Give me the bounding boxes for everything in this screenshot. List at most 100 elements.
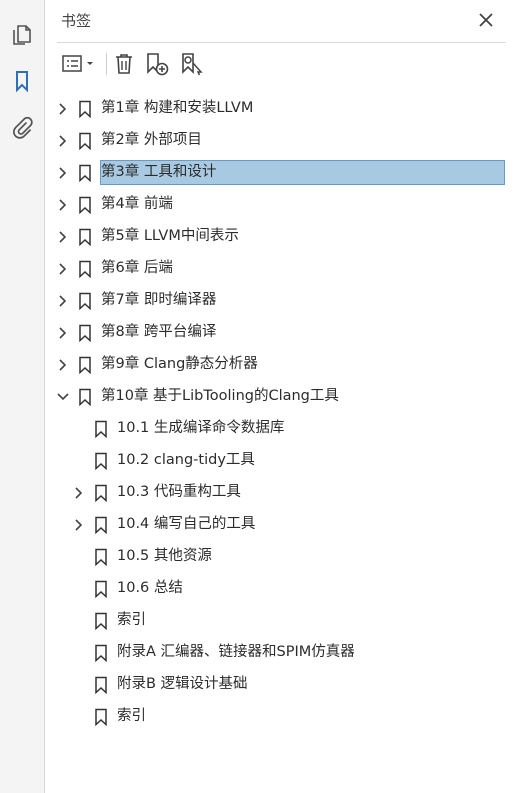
bookmark-child-row[interactable]: 附录A 汇编器、链接器和SPIM仿真器 (45, 637, 518, 669)
bookmark-icon (93, 644, 109, 663)
trash-icon (116, 54, 132, 74)
expand-toggle[interactable] (55, 229, 71, 245)
expand-toggle[interactable] (55, 357, 71, 373)
options-menu-button[interactable] (59, 51, 99, 77)
chevron-right-icon (59, 327, 67, 339)
bookmark-icon (77, 356, 93, 375)
bookmarks-rail-button[interactable] (9, 68, 35, 94)
bookmark-icon (93, 452, 109, 471)
bookmark-label[interactable]: 第10章 基于LibTooling的Clang工具 (100, 387, 340, 406)
expand-toggle[interactable] (55, 325, 71, 341)
bookmark-row[interactable]: 第1章 构建和安装LLVM (45, 93, 518, 125)
expand-toggle[interactable] (55, 133, 71, 149)
expand-toggle[interactable] (55, 101, 71, 117)
bookmark-label[interactable]: 第5章 LLVM中间表示 (100, 227, 240, 246)
bookmark-label[interactable]: 第1章 构建和安装LLVM (100, 99, 254, 118)
bookmark-row[interactable]: 第10章 基于LibTooling的Clang工具 (45, 381, 518, 413)
bookmark-label[interactable]: 第6章 后端 (100, 259, 174, 278)
new-bookmark-button[interactable] (143, 51, 171, 77)
bookmark-child-row[interactable]: 索引 (45, 701, 518, 733)
bookmark-label[interactable]: 第4章 前端 (100, 195, 174, 214)
chevron-right-icon (75, 519, 83, 531)
bookmark-icon (93, 708, 109, 727)
expand-toggle[interactable] (55, 165, 71, 181)
bookmarks-panel: 书签 第1章 构建和安装LLVM 第2章 外部项目 第3章 工具和设计 第4章 … (45, 0, 518, 793)
bookmark-icon (77, 100, 93, 119)
expand-toggle[interactable] (55, 197, 71, 213)
bookmark-icon (77, 388, 93, 407)
bookmark-label[interactable]: 10.2 clang-tidy工具 (116, 451, 256, 470)
bookmark-row[interactable]: 第3章 工具和设计 (45, 157, 518, 189)
bookmark-row[interactable]: 第6章 后端 (45, 253, 518, 285)
close-icon (479, 13, 493, 27)
bookmark-icon (93, 580, 109, 599)
bookmark-icon (16, 71, 28, 93)
bookmark-icon (77, 292, 93, 311)
chevron-right-icon (59, 135, 67, 147)
panel-title: 书签 (61, 12, 92, 30)
bookmark-child-row[interactable]: 10.3 代码重构工具 (45, 477, 518, 509)
bookmark-label[interactable]: 第3章 工具和设计 (100, 163, 217, 182)
attachments-button[interactable] (9, 114, 35, 140)
bookmark-row[interactable]: 第5章 LLVM中间表示 (45, 221, 518, 253)
close-panel-button[interactable] (476, 10, 496, 30)
chevron-right-icon (59, 103, 67, 115)
collapse-toggle[interactable] (55, 389, 71, 405)
bookmark-label[interactable]: 10.5 其他资源 (116, 547, 213, 566)
list-options-icon (62, 55, 93, 72)
bookmark-child-row[interactable]: 10.2 clang-tidy工具 (45, 445, 518, 477)
expand-toggle[interactable] (71, 485, 87, 501)
chevron-right-icon (59, 231, 67, 243)
bookmark-icon (77, 196, 93, 215)
bookmark-row[interactable]: 第2章 外部项目 (45, 125, 518, 157)
bookmark-child-row[interactable]: 附录B 逻辑设计基础 (45, 669, 518, 701)
bookmark-label[interactable]: 10.3 代码重构工具 (116, 483, 242, 502)
bookmark-icon (77, 132, 93, 151)
bookmark-label[interactable]: 第2章 外部项目 (100, 131, 203, 150)
panel-header: 书签 (45, 0, 518, 42)
delete-bookmark-button[interactable] (111, 51, 137, 77)
bookmarks-toolbar (57, 48, 506, 80)
add-bookmark-icon (147, 53, 169, 76)
bookmark-tree: 第1章 构建和安装LLVM 第2章 外部项目 第3章 工具和设计 第4章 前端第5章 … (45, 93, 518, 733)
bookmark-label[interactable]: 附录B 逻辑设计基础 (116, 675, 249, 694)
bookmark-child-row[interactable]: 10.6 总结 (45, 573, 518, 605)
bookmark-label[interactable]: 索引 (116, 707, 147, 726)
bookmark-label[interactable]: 附录A 汇编器、链接器和SPIM仿真器 (116, 643, 356, 662)
bookmark-child-row[interactable]: 索引 (45, 605, 518, 637)
chevron-right-icon (59, 199, 67, 211)
bookmark-icon (93, 420, 109, 439)
bookmark-label[interactable]: 10.1 生成编译命令数据库 (116, 419, 285, 438)
bookmark-icon (77, 228, 93, 247)
expand-toggle[interactable] (55, 293, 71, 309)
paperclip-icon (13, 116, 33, 139)
expand-toggle[interactable] (55, 261, 71, 277)
bookmark-label[interactable]: 第9章 Clang静态分析器 (100, 355, 259, 374)
bookmark-label[interactable]: 第7章 即时编译器 (100, 291, 217, 310)
bookmark-icon (77, 164, 93, 183)
bookmark-row[interactable]: 第8章 跨平台编译 (45, 317, 518, 349)
bookmark-label[interactable]: 10.4 编写自己的工具 (116, 515, 256, 534)
header-divider (57, 42, 506, 43)
find-current-bookmark-button[interactable] (178, 51, 206, 77)
bookmark-row[interactable]: 第7章 即时编译器 (45, 285, 518, 317)
bookmark-child-row[interactable]: 10.1 生成编译命令数据库 (45, 413, 518, 445)
bookmark-child-row[interactable]: 10.5 其他资源 (45, 541, 518, 573)
bookmark-label[interactable]: 第8章 跨平台编译 (100, 323, 217, 342)
bookmark-icon (93, 612, 109, 631)
bookmark-icon (77, 260, 93, 279)
bookmark-row[interactable]: 第4章 前端 (45, 189, 518, 221)
bookmark-label[interactable]: 10.6 总结 (116, 579, 184, 598)
bookmark-icon (77, 324, 93, 343)
pages-icon (13, 25, 31, 45)
bookmark-label[interactable]: 索引 (116, 611, 147, 630)
bookmark-child-row[interactable]: 10.4 编写自己的工具 (45, 509, 518, 541)
bookmark-icon (93, 516, 109, 535)
chevron-right-icon (59, 295, 67, 307)
bookmark-search-icon (182, 53, 203, 76)
page-thumbnails-button[interactable] (9, 22, 35, 48)
bookmark-icon (93, 484, 109, 503)
chevron-right-icon (75, 487, 83, 499)
bookmark-row[interactable]: 第9章 Clang静态分析器 (45, 349, 518, 381)
expand-toggle[interactable] (71, 517, 87, 533)
